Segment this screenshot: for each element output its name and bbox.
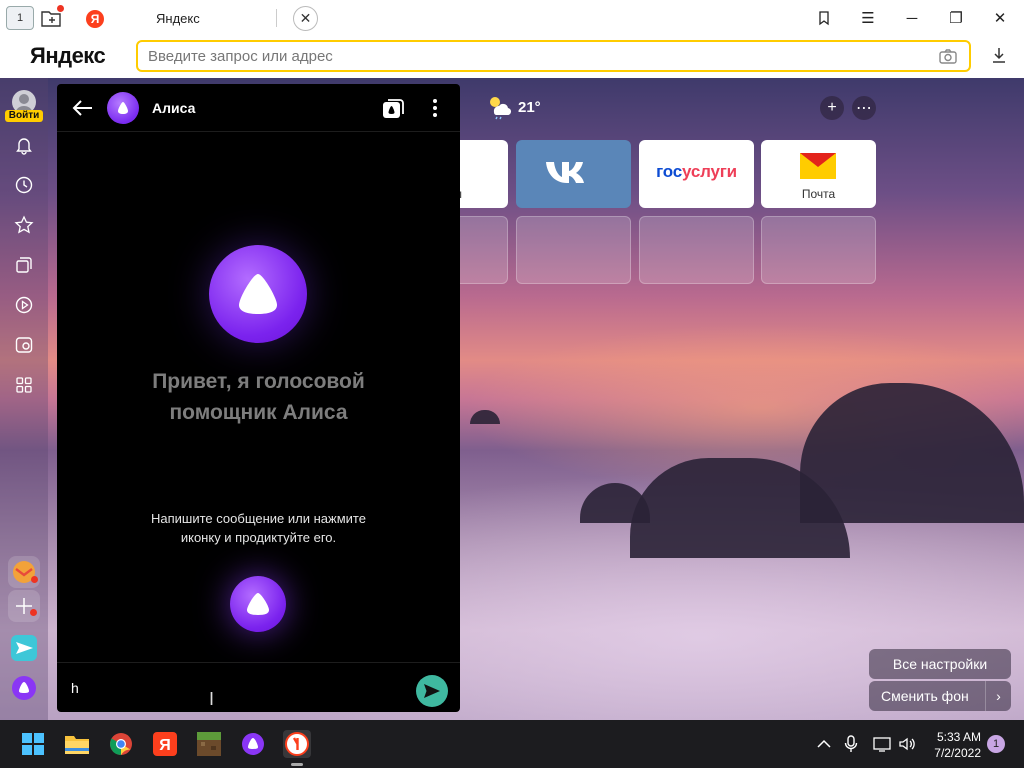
alice-message-input[interactable] bbox=[71, 677, 391, 699]
tab-divider bbox=[276, 9, 277, 27]
file-explorer-icon[interactable] bbox=[63, 730, 91, 758]
microphone-icon[interactable] bbox=[841, 734, 861, 754]
send-icon[interactable] bbox=[416, 675, 448, 707]
mail-envelope-icon bbox=[800, 153, 836, 179]
yandex-favicon-icon: Я bbox=[86, 10, 104, 28]
notification-dot bbox=[57, 5, 64, 12]
speed-dial-tile-vk[interactable] bbox=[516, 140, 631, 208]
download-icon[interactable] bbox=[990, 46, 1008, 69]
chevron-up-icon[interactable] bbox=[814, 734, 834, 754]
clock-date: 7/2/2022 bbox=[934, 746, 981, 760]
alice-logo-icon bbox=[209, 245, 307, 343]
more-icon[interactable]: ⋯ bbox=[852, 96, 876, 120]
system-clock[interactable]: 5:33 AM 7/2/2022 bbox=[925, 729, 981, 761]
left-sidebar: Войти bbox=[0, 78, 48, 720]
alice-panel: Алиса Привет, я голосовой помощник Алиса… bbox=[57, 84, 460, 712]
close-tab-icon[interactable]: ✕ bbox=[293, 6, 318, 31]
gosuslugi-logo: госуслуги bbox=[656, 162, 737, 181]
camera-search-icon[interactable] bbox=[939, 48, 957, 69]
mail-app-icon[interactable] bbox=[8, 556, 40, 588]
tabs-overview-button[interactable]: 1 bbox=[6, 6, 34, 30]
notification-dot bbox=[30, 609, 37, 616]
star-icon[interactable] bbox=[12, 213, 36, 237]
messenger-app-icon[interactable] bbox=[8, 632, 40, 664]
chevron-right-icon[interactable]: › bbox=[985, 681, 1011, 711]
kebab-menu-icon[interactable] bbox=[427, 96, 443, 120]
yandex-app-icon[interactable]: Я bbox=[151, 730, 179, 758]
alice-title: Алиса bbox=[152, 100, 196, 116]
close-window-icon[interactable]: ✕ bbox=[988, 7, 1012, 29]
alice-app-icon[interactable] bbox=[8, 672, 40, 704]
i-beam-cursor-icon: I bbox=[209, 689, 215, 709]
omnibox[interactable] bbox=[136, 40, 971, 72]
speed-dial-tile-mail[interactable]: Почта bbox=[761, 140, 876, 208]
minimize-icon[interactable]: ─ bbox=[900, 7, 924, 29]
apps-grid-icon[interactable] bbox=[12, 373, 36, 397]
screenshot-icon[interactable] bbox=[12, 333, 36, 357]
notification-count-badge[interactable]: 1 bbox=[987, 735, 1005, 753]
login-button[interactable]: Войти bbox=[5, 110, 43, 122]
add-app-icon[interactable] bbox=[8, 590, 40, 622]
alice-input-row: I bbox=[57, 662, 460, 712]
all-settings-button[interactable]: Все настройки bbox=[869, 649, 1011, 679]
alice-header: Алиса bbox=[57, 84, 460, 132]
alice-hint: Напишите сообщение или нажмите иконку и … bbox=[117, 509, 400, 547]
network-icon[interactable] bbox=[872, 734, 892, 754]
yandex-logo[interactable]: Яндекс bbox=[30, 43, 106, 69]
vk-logo-icon bbox=[546, 162, 584, 183]
empty-tile[interactable] bbox=[516, 216, 631, 284]
notification-dot bbox=[31, 576, 38, 583]
restore-icon[interactable]: ❐ bbox=[944, 7, 968, 29]
add-tile-icon[interactable]: + bbox=[820, 96, 844, 120]
chrome-icon[interactable] bbox=[107, 730, 135, 758]
alice-avatar-icon bbox=[107, 92, 139, 124]
change-background-label: Сменить фон bbox=[881, 688, 969, 704]
speaker-icon[interactable] bbox=[897, 734, 917, 754]
greeting-line: Привет, я голосовой bbox=[152, 370, 365, 393]
new-tab-folder-icon[interactable] bbox=[38, 5, 66, 30]
mountain-silhouette bbox=[470, 410, 500, 424]
active-app-indicator bbox=[291, 763, 303, 766]
alice-voice-button[interactable] bbox=[230, 576, 286, 632]
tile-label: Почта bbox=[801, 187, 836, 201]
collections-icon[interactable] bbox=[12, 253, 36, 277]
tab-count: 1 bbox=[16, 12, 24, 24]
partly-cloudy-rain-icon bbox=[490, 97, 512, 120]
alice-cards-icon[interactable] bbox=[381, 96, 407, 120]
empty-tile[interactable] bbox=[639, 216, 754, 284]
weather-temperature: 21° bbox=[518, 98, 541, 116]
greeting-line: помощник Алиса bbox=[169, 401, 348, 424]
title-bar: 1 Я Яндекс ✕ ☰ ─ ❐ ✕ bbox=[0, 0, 1024, 36]
alice-greeting: Привет, я голосовой помощник Алиса bbox=[57, 366, 460, 428]
clock-time: 5:33 AM bbox=[936, 730, 981, 744]
hint-line: иконку и продиктуйте его. bbox=[180, 530, 337, 545]
address-bar-row: Яндекс bbox=[0, 36, 1024, 78]
back-arrow-icon[interactable] bbox=[71, 96, 95, 120]
history-icon[interactable] bbox=[12, 173, 36, 197]
empty-tile[interactable] bbox=[761, 216, 876, 284]
speed-dial-tile-gosuslugi[interactable]: госуслуги bbox=[639, 140, 754, 208]
change-background-button[interactable]: Сменить фон › bbox=[869, 681, 1011, 711]
hint-line: Напишите сообщение или нажмите bbox=[151, 511, 366, 526]
taskbar: Я 5:33 AM 7/2/2022 1 bbox=[0, 720, 1024, 768]
bell-icon[interactable] bbox=[12, 133, 36, 157]
windows-start-icon[interactable] bbox=[19, 730, 47, 758]
alice-taskbar-icon[interactable] bbox=[239, 730, 267, 758]
omnibox-input[interactable] bbox=[148, 47, 959, 65]
mountain-silhouette bbox=[800, 383, 1024, 523]
menu-icon[interactable]: ☰ bbox=[856, 7, 880, 29]
tab-title[interactable]: Яндекс bbox=[156, 11, 200, 26]
weather-widget[interactable]: 21° bbox=[486, 94, 541, 120]
play-icon[interactable] bbox=[12, 293, 36, 317]
yandex-browser-icon[interactable] bbox=[283, 730, 311, 758]
bookmarks-icon[interactable] bbox=[812, 7, 836, 29]
minecraft-icon[interactable] bbox=[195, 730, 223, 758]
svg-text:Я: Я bbox=[159, 737, 171, 754]
